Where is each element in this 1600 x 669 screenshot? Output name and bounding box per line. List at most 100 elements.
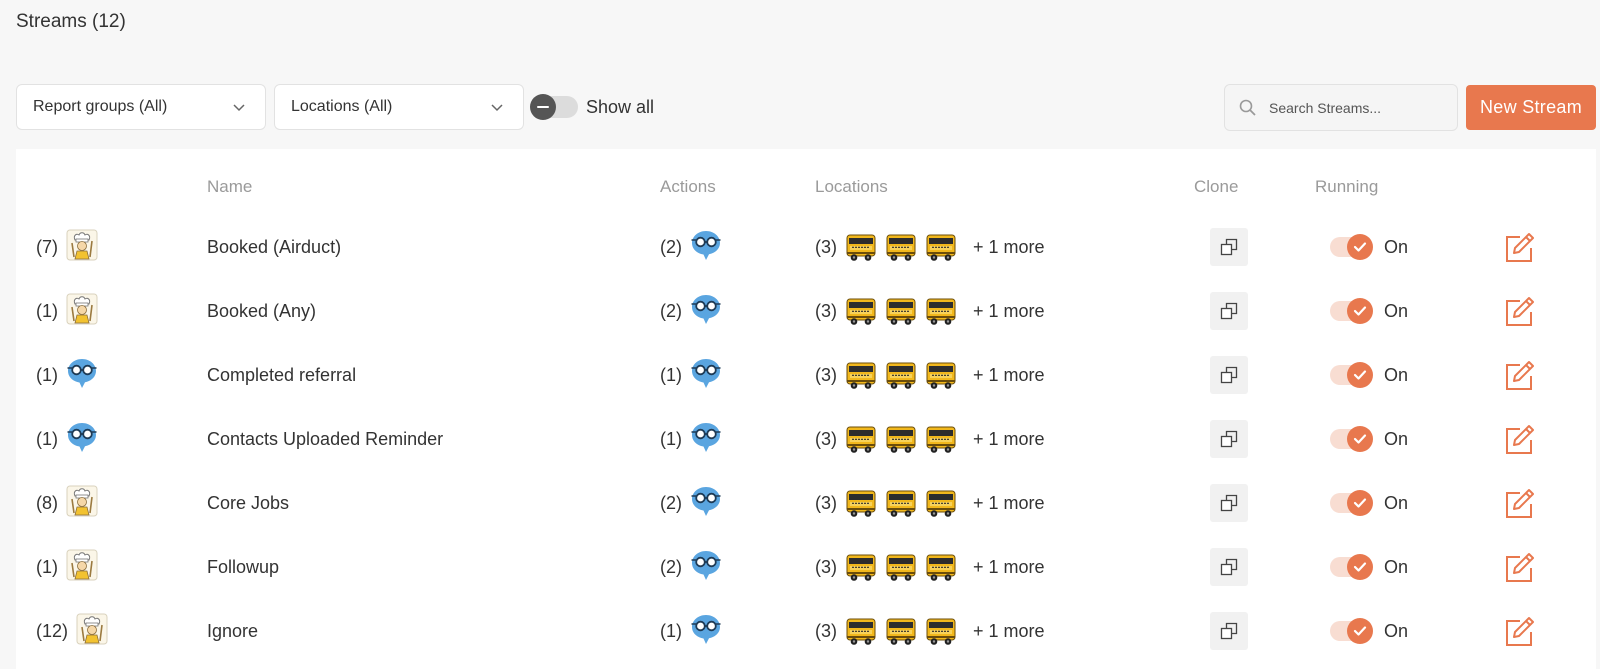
more-locations-link[interactable]: + 1 more <box>973 429 1045 450</box>
avatar <box>66 485 98 522</box>
chef-avatar-icon <box>76 613 108 644</box>
header-clone: Clone <box>1194 177 1239 196</box>
stream-name[interactable]: Contacts Uploaded Reminder <box>207 407 443 471</box>
clone-icon <box>1220 558 1238 576</box>
search-icon <box>1239 99 1256 116</box>
school-bus-icon <box>886 298 916 325</box>
stream-name[interactable]: Ignore <box>207 599 258 663</box>
table-row[interactable]: (1) Booked (Any) (2) (3) + 1 more On <box>16 279 1596 343</box>
group-cell: (1) <box>36 407 98 471</box>
header-running: Running <box>1315 177 1379 196</box>
more-locations-link[interactable]: + 1 more <box>973 301 1045 322</box>
running-label: On <box>1384 620 1409 641</box>
clone-button[interactable] <box>1210 228 1248 266</box>
running-toggle[interactable]: On <box>1330 471 1408 535</box>
table-row[interactable]: (8) Core Jobs (2) (3) + 1 more On <box>16 471 1596 535</box>
chef-avatar-icon <box>66 293 98 324</box>
group-count: (8) <box>36 492 58 513</box>
stream-name[interactable]: Followup <box>207 535 279 599</box>
report-groups-dropdown[interactable]: Report groups (All) <box>16 84 266 130</box>
glasses-bubble-icon <box>690 357 722 394</box>
new-stream-button[interactable]: New Stream <box>1466 85 1596 130</box>
group-count: (7) <box>36 236 58 257</box>
running-toggle[interactable]: On <box>1330 407 1408 471</box>
clone-button[interactable] <box>1210 612 1248 650</box>
school-bus-icon <box>926 426 956 453</box>
chef-avatar-icon <box>66 549 98 580</box>
location-icons <box>845 616 965 646</box>
search-input[interactable] <box>1269 99 1439 116</box>
actions-cell: (2) <box>660 279 722 343</box>
check-icon <box>1347 426 1373 452</box>
more-locations-link[interactable]: + 1 more <box>973 365 1045 386</box>
clone-button[interactable] <box>1210 292 1248 330</box>
header-locations: Locations <box>815 177 888 196</box>
running-toggle[interactable]: On <box>1330 343 1408 407</box>
actions-count: (2) <box>660 492 682 513</box>
more-locations-link[interactable]: + 1 more <box>973 557 1045 578</box>
chevron-down-icon <box>491 104 503 112</box>
stream-name[interactable]: Booked (Any) <box>207 279 316 343</box>
running-toggle[interactable]: On <box>1330 535 1408 599</box>
glasses-bubble-icon <box>691 294 721 324</box>
clone-icon <box>1220 494 1238 512</box>
actions-cell: (1) <box>660 343 722 407</box>
actions-count: (2) <box>660 556 682 577</box>
school-bus-icon <box>846 298 876 325</box>
edit-button[interactable] <box>1502 487 1536 521</box>
toggle-track <box>1330 554 1373 580</box>
stream-name[interactable]: Core Jobs <box>207 471 289 535</box>
glasses-bubble-icon <box>690 229 722 266</box>
edit-button[interactable] <box>1502 231 1536 265</box>
avatar <box>76 613 108 650</box>
edit-button[interactable] <box>1502 615 1536 649</box>
locations-cell: (3) + 1 more <box>815 343 1045 407</box>
clone-button[interactable] <box>1210 484 1248 522</box>
locations-label: Locations (All) <box>291 98 393 115</box>
clone-button[interactable] <box>1210 356 1248 394</box>
actions-cell: (2) <box>660 215 722 279</box>
edit-icon <box>1506 553 1534 582</box>
edit-button[interactable] <box>1502 359 1536 393</box>
edit-button[interactable] <box>1502 551 1536 585</box>
more-locations-link[interactable]: + 1 more <box>973 621 1045 642</box>
running-toggle[interactable]: On <box>1330 279 1408 343</box>
clone-icon <box>1220 430 1238 448</box>
edit-icon <box>1506 361 1534 390</box>
clone-button[interactable] <box>1210 548 1248 586</box>
avatar <box>66 229 98 266</box>
more-locations-link[interactable]: + 1 more <box>973 237 1045 258</box>
check-icon <box>1347 618 1373 644</box>
table-row[interactable]: (1) Followup (2) (3) + 1 more On <box>16 535 1596 599</box>
edit-button[interactable] <box>1502 295 1536 329</box>
toggle-track <box>1330 298 1373 324</box>
table-row[interactable]: (1) Completed referral (1) (3) + 1 more … <box>16 343 1596 407</box>
table-row[interactable]: (1) Contacts Uploaded Reminder (1) (3) +… <box>16 407 1596 471</box>
running-toggle[interactable]: On <box>1330 599 1408 663</box>
running-toggle[interactable]: On <box>1330 215 1408 279</box>
actions-cell: (1) <box>660 407 722 471</box>
table-row[interactable]: (12) Ignore (1) (3) + 1 more On <box>16 599 1596 663</box>
stream-name[interactable]: Completed referral <box>207 343 356 407</box>
location-icons <box>845 488 965 518</box>
locations-cell: (3) + 1 more <box>815 279 1045 343</box>
header-name: Name <box>207 177 253 196</box>
show-all-toggle[interactable]: Show all <box>530 94 654 120</box>
school-bus-icon <box>886 554 916 581</box>
locations-count: (3) <box>815 236 837 257</box>
edit-button[interactable] <box>1502 423 1536 457</box>
more-locations-link[interactable]: + 1 more <box>973 493 1045 514</box>
table-row[interactable]: (7) Booked (Airduct) (2) (3) + 1 more On <box>16 215 1596 279</box>
group-cell: (7) <box>36 215 98 279</box>
edit-icon <box>1506 233 1534 262</box>
clone-button[interactable] <box>1210 420 1248 458</box>
stream-name[interactable]: Booked (Airduct) <box>207 215 341 279</box>
check-icon <box>1347 234 1373 260</box>
actions-count: (2) <box>660 300 682 321</box>
school-bus-icon <box>926 234 956 261</box>
glasses-bubble-icon <box>691 614 721 644</box>
school-bus-icon <box>846 234 876 261</box>
locations-dropdown[interactable]: Locations (All) <box>274 84 524 130</box>
location-icons <box>845 296 965 326</box>
running-label: On <box>1384 300 1409 321</box>
